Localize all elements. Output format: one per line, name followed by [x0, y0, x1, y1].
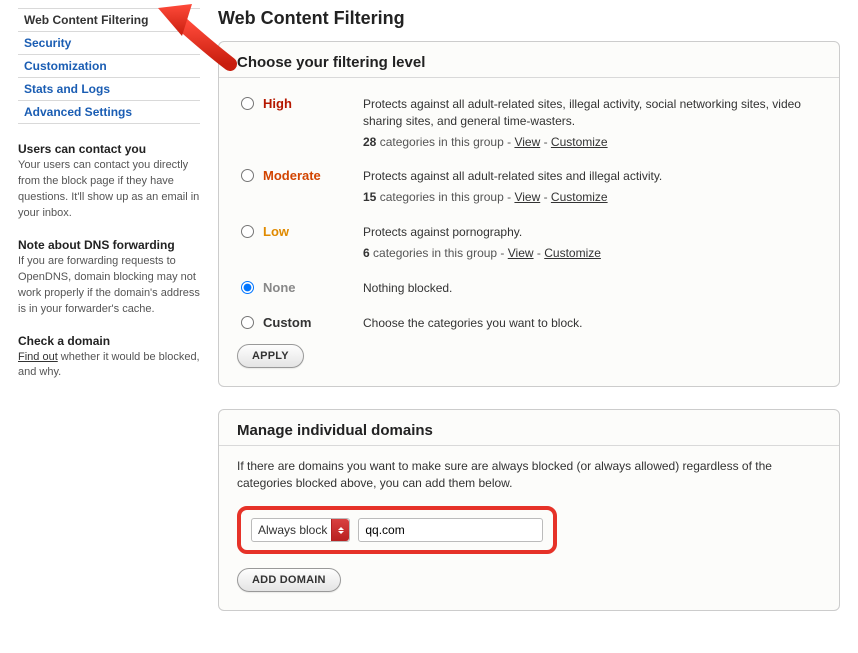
- filtering-level-heading: Choose your filtering level: [237, 54, 821, 71]
- sidebar: Web Content Filtering Security Customiza…: [18, 8, 218, 633]
- page-title: Web Content Filtering: [218, 8, 840, 29]
- sidebar-text-check-domain: Find out whether it would be blocked, an…: [18, 350, 200, 382]
- apply-button[interactable]: APPLY: [237, 344, 304, 368]
- sidebar-text-dns: If you are forwarding requests to OpenDN…: [18, 254, 200, 318]
- sidebar-item-security[interactable]: Security: [18, 32, 200, 55]
- find-out-link[interactable]: Find out: [18, 351, 58, 363]
- cats-count: 28: [363, 135, 376, 149]
- view-link[interactable]: View: [508, 246, 534, 260]
- level-row-low: Low Protects against pornography. 6 cate…: [237, 218, 821, 274]
- manage-domains-desc: If there are domains you want to make su…: [237, 458, 821, 493]
- level-desc-custom: Choose the categories you want to block.: [363, 316, 582, 330]
- sidebar-item-stats-and-logs[interactable]: Stats and Logs: [18, 78, 200, 101]
- filtering-level-panel: Choose your filtering level High Protect…: [218, 41, 840, 387]
- block-mode-select[interactable]: Always block: [251, 518, 350, 542]
- radio-high[interactable]: [241, 97, 254, 110]
- sidebar-item-web-content-filtering[interactable]: Web Content Filtering: [18, 9, 200, 32]
- domain-entry-row: Always block: [237, 506, 557, 554]
- radio-low[interactable]: [241, 225, 254, 238]
- level-label-none: None: [259, 274, 359, 309]
- view-link[interactable]: View: [514, 135, 540, 149]
- radio-custom[interactable]: [241, 316, 254, 329]
- sidebar-heading-check-domain: Check a domain: [18, 334, 200, 348]
- level-cats-high: 28 categories in this group - View - Cus…: [363, 134, 817, 151]
- customize-link[interactable]: Customize: [544, 246, 601, 260]
- sidebar-item-label[interactable]: Stats and Logs: [24, 82, 110, 96]
- level-label-moderate: Moderate: [259, 162, 359, 218]
- level-cats-moderate: 15 categories in this group - View - Cus…: [363, 189, 817, 206]
- sidebar-item-advanced-settings[interactable]: Advanced Settings: [18, 101, 200, 124]
- manage-domains-panel: Manage individual domains If there are d…: [218, 409, 840, 612]
- level-desc-none: Nothing blocked.: [363, 281, 452, 295]
- chevron-updown-icon: [331, 519, 349, 541]
- level-row-none: None Nothing blocked.: [237, 274, 821, 309]
- block-mode-selected: Always block: [258, 523, 327, 537]
- manage-domains-heading: Manage individual domains: [237, 422, 821, 439]
- level-desc-high: Protects against all adult-related sites…: [363, 97, 801, 128]
- customize-link[interactable]: Customize: [551, 135, 608, 149]
- sidebar-heading-contact: Users can contact you: [18, 142, 200, 156]
- level-label-low: Low: [259, 218, 359, 274]
- sidebar-text-contact: Your users can contact you directly from…: [18, 158, 200, 222]
- sidebar-item-label[interactable]: Security: [24, 36, 71, 50]
- view-link[interactable]: View: [514, 190, 540, 204]
- radio-none[interactable]: [241, 281, 254, 294]
- cats-count: 6: [363, 246, 370, 260]
- divider: [219, 445, 839, 446]
- domain-input[interactable]: [358, 518, 543, 542]
- add-domain-button[interactable]: ADD DOMAIN: [237, 568, 341, 592]
- level-row-custom: Custom Choose the categories you want to…: [237, 309, 821, 344]
- cats-count: 15: [363, 190, 376, 204]
- sidebar-item-label: Web Content Filtering: [24, 13, 148, 27]
- level-desc-moderate: Protects against all adult-related sites…: [363, 169, 662, 183]
- customize-link[interactable]: Customize: [551, 190, 608, 204]
- sidebar-item-customization[interactable]: Customization: [18, 55, 200, 78]
- level-row-high: High Protects against all adult-related …: [237, 90, 821, 162]
- radio-moderate[interactable]: [241, 169, 254, 182]
- level-desc-low: Protects against pornography.: [363, 225, 522, 239]
- level-label-high: High: [259, 90, 359, 162]
- sidebar-item-label[interactable]: Advanced Settings: [24, 105, 132, 119]
- divider: [219, 77, 839, 78]
- filtering-levels: High Protects against all adult-related …: [237, 90, 821, 344]
- sidebar-heading-dns: Note about DNS forwarding: [18, 238, 200, 252]
- sidebar-item-label[interactable]: Customization: [24, 59, 107, 73]
- level-label-custom: Custom: [259, 309, 359, 344]
- level-cats-low: 6 categories in this group - View - Cust…: [363, 245, 817, 262]
- level-row-moderate: Moderate Protects against all adult-rela…: [237, 162, 821, 218]
- sidebar-nav: Web Content Filtering Security Customiza…: [18, 8, 200, 124]
- main-content: Web Content Filtering Choose your filter…: [218, 8, 840, 633]
